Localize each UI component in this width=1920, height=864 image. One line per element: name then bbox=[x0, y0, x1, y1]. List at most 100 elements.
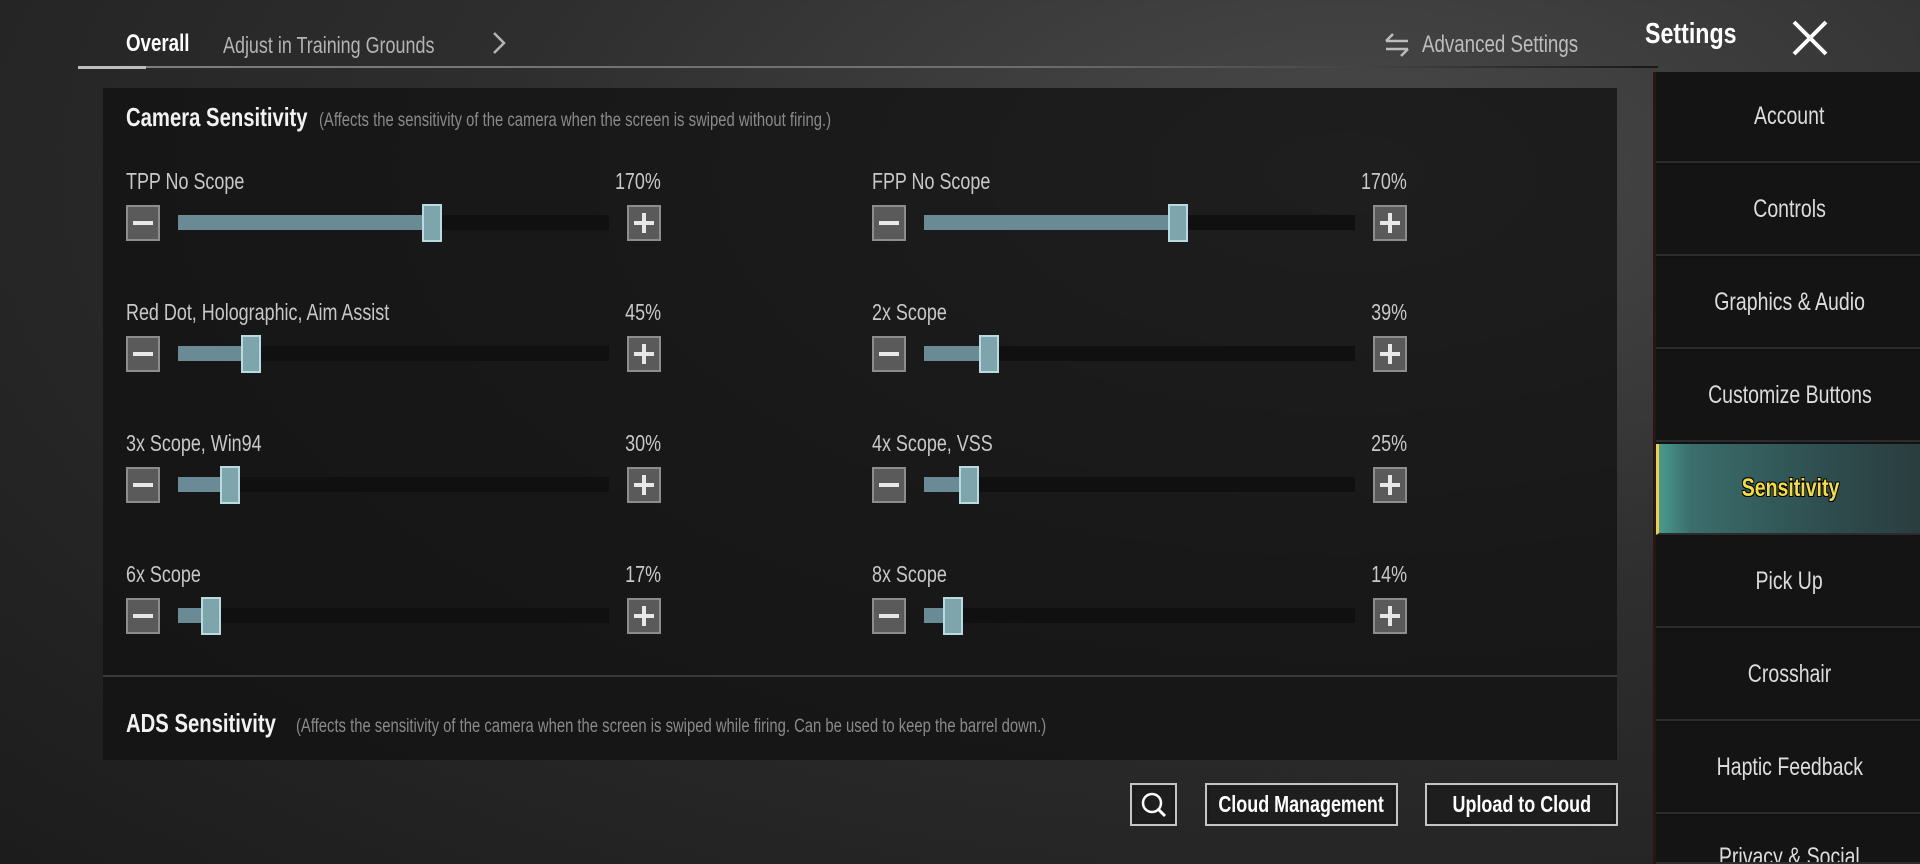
decrease-button[interactable] bbox=[872, 205, 906, 241]
setting-fpp-no-scope: FPP No Scope 170% bbox=[872, 168, 1407, 258]
ads-sensitivity-title: ADS Sensitivity bbox=[126, 708, 276, 738]
sidebar-item-sensitivity[interactable]: Sensitivity bbox=[1656, 444, 1920, 535]
slider-track[interactable] bbox=[178, 335, 609, 373]
slider-fill bbox=[924, 215, 1178, 230]
slider-track[interactable] bbox=[178, 466, 609, 504]
slider-track[interactable] bbox=[178, 597, 609, 635]
minus-icon bbox=[133, 614, 153, 618]
sidebar-item-customize-buttons[interactable]: Customize Buttons bbox=[1656, 351, 1920, 442]
tab-overall[interactable]: Overall bbox=[126, 30, 189, 58]
setting-label: 3x Scope, Win94 bbox=[126, 430, 262, 456]
section-divider bbox=[103, 675, 1617, 677]
increase-button[interactable] bbox=[1373, 467, 1407, 503]
slider-track[interactable] bbox=[924, 466, 1355, 504]
cloud-management-button[interactable]: Cloud Management bbox=[1205, 783, 1398, 826]
active-tab-indicator bbox=[78, 66, 146, 69]
decrease-button[interactable] bbox=[126, 336, 160, 372]
slider-thumb[interactable] bbox=[201, 597, 221, 635]
camera-sensitivity-title: Camera Sensitivity bbox=[126, 102, 308, 132]
setting-label: Red Dot, Holographic, Aim Assist bbox=[126, 299, 390, 325]
sidebar-item-label: Pick Up bbox=[1755, 567, 1824, 595]
slider-thumb[interactable] bbox=[943, 597, 963, 635]
increase-button[interactable] bbox=[1373, 598, 1407, 634]
page-title: Settings bbox=[1645, 18, 1737, 50]
plus-icon bbox=[634, 475, 654, 495]
sidebar-item-label: Graphics & Audio bbox=[1714, 288, 1865, 316]
minus-icon bbox=[879, 483, 899, 487]
setting-value: 45% bbox=[625, 299, 661, 325]
advanced-settings-label: Advanced Settings bbox=[1422, 31, 1579, 58]
increase-button[interactable] bbox=[627, 598, 661, 634]
sidebar-item-label: Sensitivity bbox=[1742, 474, 1840, 502]
chevron-right-icon[interactable] bbox=[489, 28, 509, 65]
plus-icon bbox=[1380, 475, 1400, 495]
sidebar-item-label: Privacy & Social bbox=[1719, 843, 1860, 864]
increase-button[interactable] bbox=[1373, 336, 1407, 372]
close-button[interactable] bbox=[1788, 16, 1832, 60]
sidebar-item-controls[interactable]: Controls bbox=[1656, 165, 1920, 256]
setting-tpp-no-scope: TPP No Scope 170% bbox=[126, 168, 661, 258]
sidebar-item-graphics-audio[interactable]: Graphics & Audio bbox=[1656, 258, 1920, 349]
slider-thumb[interactable] bbox=[241, 335, 261, 373]
slider-thumb[interactable] bbox=[1168, 204, 1188, 242]
slider-fill bbox=[178, 215, 432, 230]
setting-label: 8x Scope bbox=[872, 561, 947, 587]
slider-track[interactable] bbox=[178, 204, 609, 242]
upload-to-cloud-button[interactable]: Upload to Cloud bbox=[1425, 783, 1618, 826]
upload-to-cloud-label: Upload to Cloud bbox=[1452, 791, 1591, 817]
slider-track[interactable] bbox=[924, 204, 1355, 242]
sidebar-item-label: Crosshair bbox=[1747, 660, 1832, 688]
setting-value: 17% bbox=[625, 561, 661, 587]
setting-label: 2x Scope bbox=[872, 299, 947, 325]
setting-red-dot-holographic-aim-assist: Red Dot, Holographic, Aim Assist 45% bbox=[126, 299, 661, 389]
slider-track[interactable] bbox=[924, 335, 1355, 373]
setting-label: TPP No Scope bbox=[126, 168, 245, 194]
ads-sensitivity-header[interactable]: ADS Sensitivity (Affects the sensitivity… bbox=[126, 708, 1258, 739]
setting-2x-scope: 2x Scope 39% bbox=[872, 299, 1407, 389]
setting-label: 4x Scope, VSS bbox=[872, 430, 993, 456]
increase-button[interactable] bbox=[627, 467, 661, 503]
camera-sensitivity-header: Camera Sensitivity (Affects the sensitiv… bbox=[126, 102, 975, 133]
slider-thumb[interactable] bbox=[220, 466, 240, 504]
search-button[interactable] bbox=[1130, 783, 1177, 826]
increase-button[interactable] bbox=[627, 205, 661, 241]
setting-3x-scope-win94: 3x Scope, Win94 30% bbox=[126, 430, 661, 520]
slider-thumb[interactable] bbox=[422, 204, 442, 242]
plus-icon bbox=[634, 606, 654, 626]
plus-icon bbox=[1380, 213, 1400, 233]
setting-label: FPP No Scope bbox=[872, 168, 991, 194]
minus-icon bbox=[133, 221, 153, 225]
sidebar-item-label: Account bbox=[1754, 102, 1825, 130]
sidebar-item-privacy-social[interactable]: Privacy & Social bbox=[1656, 816, 1920, 864]
decrease-button[interactable] bbox=[126, 598, 160, 634]
slider-thumb[interactable] bbox=[979, 335, 999, 373]
ads-sensitivity-description: (Affects the sensitivity of the camera w… bbox=[296, 716, 1047, 737]
minus-icon bbox=[879, 221, 899, 225]
sidebar-item-label: Customize Buttons bbox=[1707, 381, 1872, 409]
sidebar-item-label: Haptic Feedback bbox=[1716, 753, 1863, 781]
sidebar-item-haptic-feedback[interactable]: Haptic Feedback bbox=[1656, 723, 1920, 814]
slider-track[interactable] bbox=[924, 597, 1355, 635]
slider-thumb[interactable] bbox=[959, 466, 979, 504]
increase-button[interactable] bbox=[1373, 205, 1407, 241]
setting-label: 6x Scope bbox=[126, 561, 201, 587]
camera-sensitivity-description: (Affects the sensitivity of the camera w… bbox=[318, 110, 831, 131]
increase-button[interactable] bbox=[627, 336, 661, 372]
decrease-button[interactable] bbox=[126, 205, 160, 241]
plus-icon bbox=[1380, 606, 1400, 626]
setting-6x-scope: 6x Scope 17% bbox=[126, 561, 661, 651]
decrease-button[interactable] bbox=[872, 467, 906, 503]
decrease-button[interactable] bbox=[872, 598, 906, 634]
sidebar-item-crosshair[interactable]: Crosshair bbox=[1656, 630, 1920, 721]
decrease-button[interactable] bbox=[126, 467, 160, 503]
sidebar-item-pick-up[interactable]: Pick Up bbox=[1656, 537, 1920, 628]
setting-8x-scope: 8x Scope 14% bbox=[872, 561, 1407, 651]
setting-value: 170% bbox=[1361, 168, 1407, 194]
tab-adjust-in-training-grounds[interactable]: Adjust in Training Grounds bbox=[223, 32, 434, 59]
decrease-button[interactable] bbox=[872, 336, 906, 372]
close-x-icon bbox=[1792, 20, 1828, 56]
advanced-settings-button[interactable]: Advanced Settings bbox=[1382, 30, 1622, 60]
sidebar-item-account[interactable]: Account bbox=[1656, 72, 1920, 163]
minus-icon bbox=[879, 614, 899, 618]
search-icon bbox=[1141, 792, 1166, 817]
